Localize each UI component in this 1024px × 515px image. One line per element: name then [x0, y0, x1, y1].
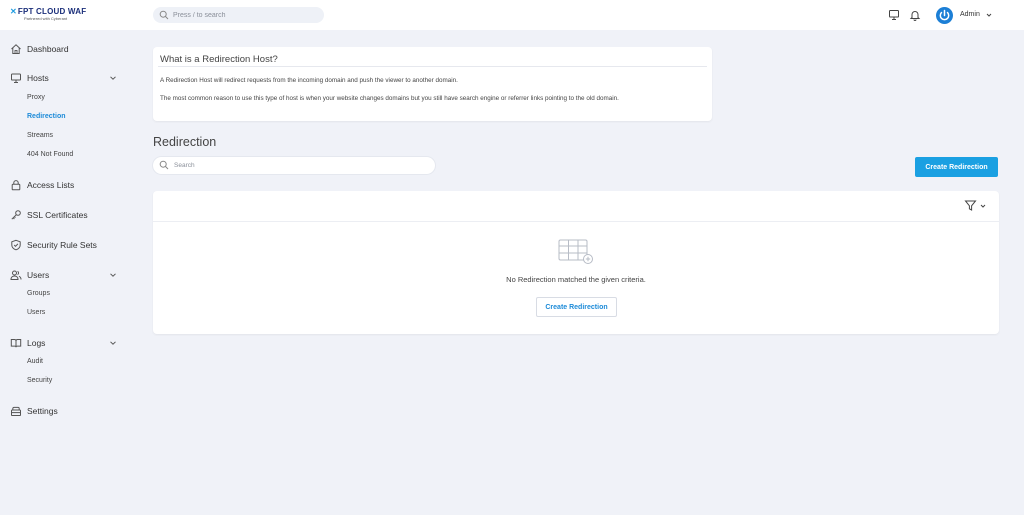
chevron-down-icon[interactable]: [986, 12, 992, 18]
chevron-down-icon[interactable]: [109, 339, 117, 347]
chevron-down-icon[interactable]: [109, 271, 117, 279]
sidebar-subitem-redirection[interactable]: Redirection: [27, 113, 66, 120]
divider: [158, 66, 707, 67]
divider: [153, 221, 999, 222]
sidebar-item-label: Hosts: [27, 73, 49, 83]
sidebar-item-logs[interactable]: Logs: [10, 335, 130, 351]
sidebar-subitem-streams[interactable]: Streams: [27, 132, 53, 139]
list-search-input[interactable]: [174, 157, 429, 174]
global-search: [153, 7, 324, 23]
monitor-icon: [11, 73, 21, 83]
info-paragraph-2: The most common reason to use this type …: [160, 95, 619, 102]
sidebar-item-access-lists[interactable]: Access Lists: [10, 177, 130, 193]
monitor-icon[interactable]: [888, 9, 900, 21]
sidebar-item-label: Users: [27, 270, 50, 280]
sidebar-subitem-audit[interactable]: Audit: [27, 358, 43, 365]
logo-mark-icon: ✕: [10, 7, 17, 16]
lock-icon: [11, 180, 21, 191]
sidebar-item-label: Security Rule Sets: [27, 240, 97, 250]
user-name[interactable]: Admin: [960, 11, 980, 18]
redirection-list-card: No Redirection matched the given criteri…: [153, 191, 999, 334]
sidebar-item-label: SSL Certificates: [27, 210, 88, 220]
avatar[interactable]: [936, 7, 953, 24]
info-card: What is a Redirection Host? A Redirectio…: [153, 47, 712, 121]
search-icon: [159, 160, 169, 170]
bell-icon[interactable]: [909, 9, 921, 21]
key-icon: [11, 210, 21, 220]
info-title: What is a Redirection Host?: [160, 54, 278, 65]
shield-icon: [11, 239, 21, 251]
global-search-input[interactable]: [173, 7, 318, 23]
logo-text: FPT CLOUD WAF: [17, 7, 87, 16]
users-icon: [10, 270, 22, 280]
sidebar-item-label: Dashboard: [27, 44, 69, 54]
sidebar-subitem-404[interactable]: 404 Not Found: [27, 151, 73, 158]
sidebar-item-ssl[interactable]: SSL Certificates: [10, 207, 130, 223]
sidebar-subitem-proxy[interactable]: Proxy: [27, 94, 45, 101]
chevron-down-icon[interactable]: [980, 203, 986, 209]
sidebar-item-dashboard[interactable]: Dashboard: [10, 41, 130, 57]
book-icon: [10, 339, 22, 348]
search-icon: [159, 10, 169, 20]
empty-state-text: No Redirection matched the given criteri…: [506, 275, 646, 284]
top-bar: ✕FPT CLOUD WAF Partnered with Cyberant A…: [0, 0, 1024, 30]
sidebar-item-label: Logs: [27, 338, 46, 348]
filter-icon[interactable]: [964, 199, 977, 212]
sidebar-subitem-users[interactable]: Users: [27, 309, 45, 316]
page-title: Redirection: [153, 135, 217, 149]
info-paragraph-1: A Redirection Host will redirect request…: [160, 77, 458, 84]
sidebar-item-users[interactable]: Users: [10, 267, 130, 283]
sidebar-item-label: Access Lists: [27, 180, 75, 190]
create-redirection-button[interactable]: Create Redirection: [915, 157, 998, 177]
list-search: [153, 157, 435, 174]
settings-icon: [11, 406, 21, 416]
sidebar: Dashboard Hosts Proxy Redirection Stream…: [0, 30, 140, 515]
home-icon: [11, 44, 21, 54]
sidebar-item-label: Settings: [27, 406, 58, 416]
sidebar-item-settings[interactable]: Settings: [10, 403, 130, 419]
power-icon: [939, 9, 950, 21]
sidebar-subitem-security[interactable]: Security: [27, 377, 52, 384]
sidebar-item-hosts[interactable]: Hosts: [10, 70, 130, 86]
logo-subtitle: Partnered with Cyberant: [24, 16, 68, 21]
sidebar-item-security-rules[interactable]: Security Rule Sets: [10, 237, 130, 253]
logo[interactable]: ✕FPT CLOUD WAF Partnered with Cyberant: [10, 7, 87, 23]
empty-table-icon: [558, 239, 593, 264]
sidebar-subitem-groups[interactable]: Groups: [27, 290, 50, 297]
empty-create-redirection-button[interactable]: Create Redirection: [536, 297, 617, 317]
chevron-down-icon[interactable]: [109, 74, 117, 82]
